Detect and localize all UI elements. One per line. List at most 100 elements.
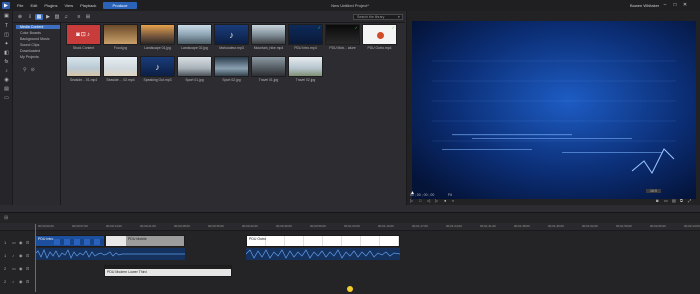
tag-icon[interactable]: ⚲ <box>23 67 27 73</box>
maximize-button[interactable]: □ <box>672 2 678 8</box>
tree-item-color-boards[interactable]: Color Boards <box>20 31 41 35</box>
subtitle-room-icon[interactable]: ▭ <box>3 95 10 101</box>
next-frame-button[interactable]: ▷ <box>435 198 438 203</box>
user-name[interactable]: Bowen Whitaker <box>630 3 659 8</box>
media-item[interactable]: Landscape 02.jpg <box>177 24 212 54</box>
media-item[interactable]: ◙⊡♪ Stock Content <box>66 24 101 54</box>
media-filter-all-icon[interactable]: ▦ <box>35 14 43 20</box>
tree-tools: ⚲ ⊘ <box>23 67 35 73</box>
ruler-tick-label: 00;01;38;00 <box>514 224 530 228</box>
media-item[interactable]: ✓ PDU Outro.mp4 <box>362 24 397 54</box>
track-number: 2 <box>4 266 7 271</box>
minimize-button[interactable]: – <box>662 2 668 8</box>
eye-icon[interactable]: ◉ <box>19 266 23 271</box>
image-filter-icon[interactable]: ▨ <box>53 14 61 20</box>
menu-view[interactable]: View <box>64 3 73 8</box>
play-button[interactable]: ▷ <box>410 198 413 203</box>
clip-thumbnails <box>54 239 104 245</box>
media-item[interactable]: Sport 01.jpg <box>177 56 212 86</box>
audio-mix-room-icon[interactable]: ♪ <box>3 68 10 74</box>
video-clip-lower-third[interactable]: PDU Modern Lower Third <box>104 265 232 277</box>
playhead[interactable] <box>35 224 36 292</box>
media-item[interactable]: Food.jpg <box>103 24 138 54</box>
pip-room-icon[interactable]: ◫ <box>3 32 10 38</box>
media-item[interactable]: Seaside ... 02.mp4 <box>103 56 138 86</box>
media-item[interactable]: Mountain_hike.mp4 <box>251 24 286 54</box>
volume-icon[interactable]: ◐ <box>452 198 454 203</box>
record-button[interactable]: ● <box>444 198 446 203</box>
preview-quality-icon[interactable]: ▤ <box>672 198 676 203</box>
timeline-ruler[interactable]: 00;00;00;00 00;00;07;00 00;00;14;00 00;00;2… <box>0 223 700 231</box>
audio-track-icon[interactable]: ♪ <box>12 253 14 258</box>
dual-monitor-icon[interactable]: ▭ <box>664 198 668 203</box>
media-item[interactable]: ♪ Mahoodeur.mp3 <box>214 24 249 54</box>
previous-frame-button[interactable]: ◁ <box>427 198 430 203</box>
lock-icon[interactable]: ⊡ <box>26 253 29 258</box>
track-header-video-1: 1 ▭ ◉ ⊡ <box>0 237 34 248</box>
video-clip-outro[interactable]: PDU Outro <box>246 235 400 247</box>
video-clip-intro[interactable]: PDU Intro <box>35 235 105 247</box>
media-caption: Sport 01.jpg <box>185 78 204 82</box>
media-thumbnail: ◙⊡♪ <box>66 24 101 45</box>
media-item[interactable]: Seaside... 01.mp4 <box>66 56 101 86</box>
snapshot-icon[interactable]: ◙ <box>656 198 658 203</box>
media-thumbnail <box>177 56 212 77</box>
video-filter-icon[interactable]: ▶ <box>44 14 52 20</box>
remove-tag-icon[interactable]: ⊘ <box>31 67 35 73</box>
menu-edit[interactable]: Edit <box>30 3 37 8</box>
media-item[interactable]: Travel 01.jpg <box>251 56 286 86</box>
close-button[interactable]: ✕ <box>682 2 688 8</box>
speaker-icon[interactable]: ◉ <box>19 279 23 284</box>
audio-clip-outro[interactable] <box>246 248 400 260</box>
library-search-input[interactable]: Search the library ⌕ <box>353 14 403 20</box>
video-clip-mobile[interactable]: PDU Mobile <box>105 235 185 247</box>
video-track-icon[interactable]: ▭ <box>12 266 16 271</box>
audio-track-icon[interactable]: ♪ <box>12 279 14 284</box>
effect-room-icon[interactable]: fx <box>3 59 10 65</box>
sort-icon[interactable]: ≡ <box>75 14 83 20</box>
format-select[interactable]: 16:9 <box>646 189 661 193</box>
audio-filter-icon[interactable]: ♫ <box>62 14 70 20</box>
menu-plugins[interactable]: Plugins <box>44 3 57 8</box>
media-item[interactable]: Sport 02.jpg <box>214 56 249 86</box>
search-icon[interactable]: ⌕ <box>398 15 400 19</box>
view-mode-icon[interactable]: ⊞ <box>84 14 92 20</box>
title-room-icon[interactable]: T <box>3 23 10 29</box>
video-track-icon[interactable]: ▭ <box>12 240 16 245</box>
fullscreen-icon[interactable]: ⤢ <box>688 198 691 203</box>
timecode[interactable]: 00 ; 00 ; 00 ; 00 <box>410 193 434 197</box>
voice-over-icon[interactable]: ◉ <box>3 77 10 83</box>
media-item[interactable]: Landscape 01.jpg <box>140 24 175 54</box>
chapter-room-icon[interactable]: ▤ <box>3 86 10 92</box>
undock-icon[interactable]: ⧉ <box>680 198 683 203</box>
lock-icon[interactable]: ⊡ <box>26 279 29 284</box>
produce-button[interactable]: Produce <box>103 2 137 9</box>
timeline-scroll-knob[interactable] <box>347 286 353 292</box>
menu-file[interactable]: File <box>17 3 23 8</box>
menu-playback[interactable]: Playback <box>80 3 96 8</box>
stop-button[interactable]: □ <box>419 198 421 203</box>
particle-room-icon[interactable]: ✦ <box>3 41 10 47</box>
import-media-icon[interactable]: ⊕ <box>16 14 24 20</box>
ruler-tick-label: 00;01;17;00 <box>412 224 428 228</box>
media-item[interactable]: ✓ PDU Intro.mp4 <box>288 24 323 54</box>
download-media-icon[interactable]: ⇩ <box>26 14 34 20</box>
lock-icon[interactable]: ⊡ <box>26 266 29 271</box>
transition-room-icon[interactable]: ◧ <box>3 50 10 56</box>
media-room-icon[interactable]: ▣ <box>3 13 10 19</box>
tree-item-downloaded[interactable]: Downloaded <box>20 49 40 53</box>
speaker-icon[interactable]: ◉ <box>19 253 23 258</box>
media-item[interactable]: Travel 02.jpg <box>288 56 323 86</box>
zoom-select[interactable]: Fit <box>448 193 452 197</box>
tree-item-my-projects[interactable]: My Projects <box>20 55 39 59</box>
tree-item-background-music[interactable]: Background Music <box>20 37 50 41</box>
audio-clip-intro[interactable] <box>35 248 185 260</box>
tree-item-sound-clips[interactable]: Sound Clips <box>20 43 39 47</box>
media-item[interactable]: ✓ PDU Mob... ature <box>325 24 360 54</box>
media-item[interactable]: ♪ Speaking Out.mp3 <box>140 56 175 86</box>
lock-icon[interactable]: ⊡ <box>26 240 29 245</box>
eye-icon[interactable]: ◉ <box>19 240 23 245</box>
add-track-icon[interactable]: ⊞ <box>4 215 8 221</box>
tree-item-media-content[interactable]: Media Content <box>16 25 60 29</box>
app-window: File Edit Plugins View Playback Produce … <box>0 0 700 294</box>
